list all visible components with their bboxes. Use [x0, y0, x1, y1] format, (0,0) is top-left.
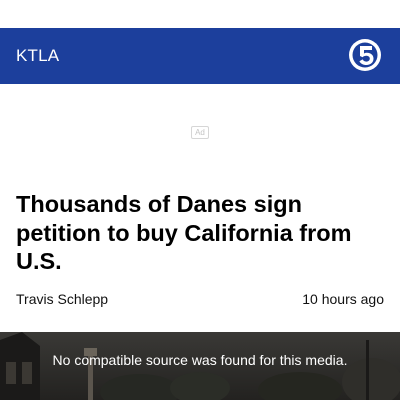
site-brand-link[interactable]: KTLA — [16, 28, 59, 84]
site-header: KTLA — [0, 28, 400, 84]
media-error-message: No compatible source was found for this … — [52, 352, 348, 368]
status-bar — [0, 0, 400, 28]
article-timestamp: 10 hours ago — [302, 291, 384, 307]
article-author[interactable]: Travis Schlepp — [16, 291, 108, 307]
video-player[interactable]: No compatible source was found for this … — [0, 332, 400, 400]
article-headline: Thousands of Danes sign petition to buy … — [16, 191, 352, 274]
channel-5-logo-icon[interactable] — [348, 38, 382, 72]
ad-label: Ad — [191, 126, 209, 139]
